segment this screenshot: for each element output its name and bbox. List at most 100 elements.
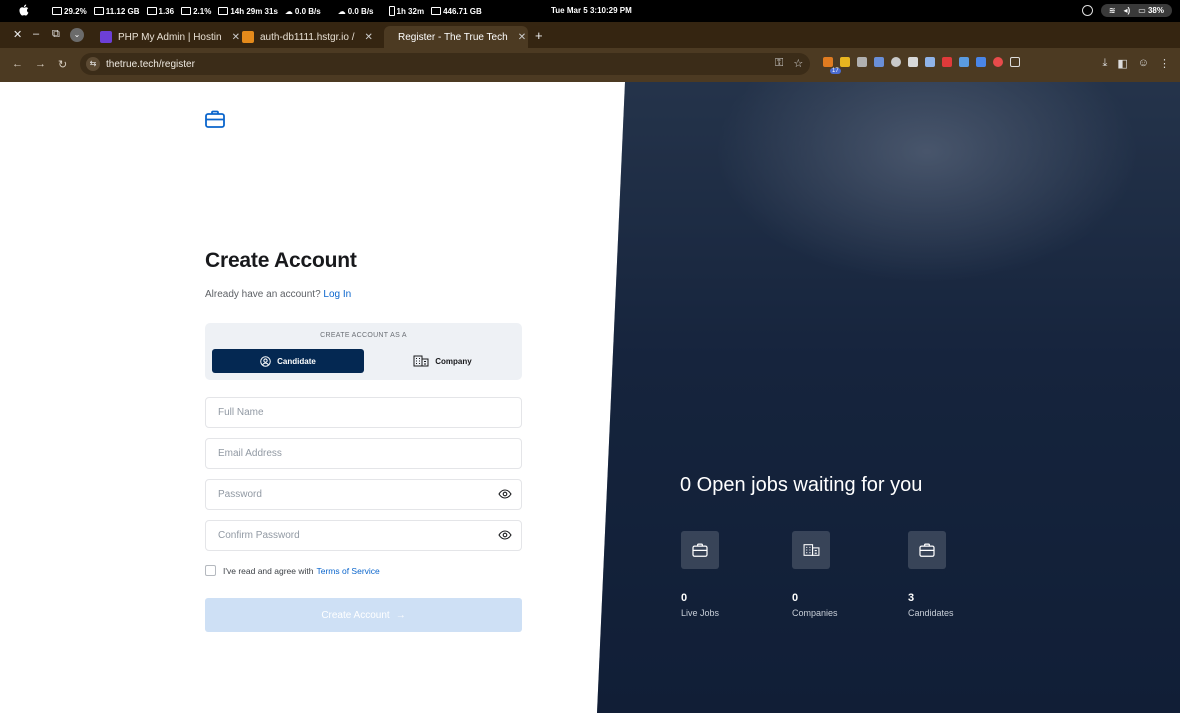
- network-down-stat: ☁ 0.0 B/s: [337, 6, 374, 16]
- tab-close-icon[interactable]: ✕: [365, 32, 373, 43]
- extension-brush-icon[interactable]: [857, 57, 867, 67]
- login-link[interactable]: Log In: [323, 289, 351, 300]
- company-role-button[interactable]: Company: [370, 349, 515, 373]
- cloud-download-icon: ☁: [337, 6, 346, 16]
- briefcase-logo-icon[interactable]: [205, 110, 225, 128]
- stat-companies: 0 Companies: [792, 531, 882, 618]
- apple-icon[interactable]: [18, 3, 29, 17]
- url-text[interactable]: thetrue.tech/register: [106, 59, 195, 70]
- confirm-password-field[interactable]: Confirm Password: [205, 520, 522, 551]
- password-field[interactable]: Password: [205, 479, 522, 510]
- cpu-stat: 29.2%: [52, 6, 87, 16]
- cpu-icon: [52, 7, 62, 15]
- address-bar[interactable]: ⇆ thetrue.tech/register: [80, 53, 810, 75]
- full-name-field[interactable]: Full Name: [205, 397, 522, 428]
- hostinger-favicon-icon: [100, 31, 112, 43]
- battery-vertical-icon: [388, 6, 395, 16]
- menubar-status-items: ≋ ◂) ▭ 38%: [1081, 4, 1172, 17]
- more-menu-icon[interactable]: ⋮: [1159, 57, 1170, 70]
- system-menu-bar: 29.2% 11.12 GB 1.36 2.1% 14h 29m 31s ☁ 0.…: [0, 0, 1180, 22]
- tab-register[interactable]: Register - The True Tech ✕: [384, 26, 528, 48]
- hero-panel: 0 Open jobs waiting for you 0 Live Jobs …: [597, 82, 1180, 713]
- tab-db-auth[interactable]: auth-db1111.hstgr.io / ✕: [234, 26, 381, 48]
- stat-label: Candidates: [908, 608, 954, 618]
- new-tab-icon[interactable]: +: [535, 28, 543, 43]
- extension-red-icon[interactable]: [942, 57, 952, 67]
- side-panel-icon[interactable]: ◧: [1117, 57, 1127, 70]
- back-arrow-icon[interactable]: ←: [12, 58, 23, 70]
- terms-link[interactable]: Terms of Service: [316, 566, 379, 576]
- extension-yellow-icon[interactable]: [840, 57, 850, 67]
- restore-window-icon[interactable]: ⧉: [52, 28, 60, 41]
- extension-monitor-icon[interactable]: [959, 57, 969, 67]
- terms-checkbox[interactable]: [205, 565, 216, 576]
- stat-value: 3: [908, 592, 915, 604]
- extension-save-icon[interactable]: [925, 57, 935, 67]
- cloud-upload-icon: ☁: [284, 6, 293, 16]
- eye-icon[interactable]: [498, 530, 512, 540]
- extension-badge: 17: [830, 68, 841, 74]
- gpu-stat: 2.1%: [181, 6, 211, 16]
- tab-close-icon[interactable]: ✕: [518, 32, 526, 43]
- extension-circle-icon[interactable]: [891, 57, 901, 67]
- extension-doc-icon[interactable]: [976, 57, 986, 67]
- uptime-stat: 14h 29m 31s: [218, 6, 278, 16]
- account-type-selector: CREATE ACCOUNT AS A Candidate Company: [205, 323, 522, 380]
- briefcase-icon: [908, 531, 946, 569]
- forward-arrow-icon[interactable]: →: [35, 58, 46, 70]
- hero-overlay: [597, 82, 1180, 713]
- profile-avatar-icon[interactable]: ☺: [1138, 57, 1149, 70]
- memory-icon: [93, 7, 104, 15]
- extension-camera-icon[interactable]: [908, 57, 918, 67]
- load-stat: 1.36: [146, 6, 174, 16]
- monitor-icon: [146, 7, 157, 15]
- account-type-caption: CREATE ACCOUNT AS A: [320, 332, 407, 339]
- stat-value: 0: [792, 592, 799, 604]
- page-title: Create Account: [205, 249, 357, 272]
- extension-redcircle-icon[interactable]: [993, 57, 1003, 67]
- disk-icon: [431, 7, 442, 15]
- tab-phpmyadmin[interactable]: PHP My Admin | Hostin ✕: [92, 26, 248, 48]
- briefcase-icon: [681, 531, 719, 569]
- site-info-icon[interactable]: ⇆: [86, 57, 100, 71]
- status-pill[interactable]: ≋ ◂) ▭ 38%: [1100, 4, 1172, 17]
- network-up-stat: ☁ 0.0 B/s: [284, 6, 321, 16]
- email-field[interactable]: Email Address: [205, 438, 522, 469]
- extensions-puzzle-icon[interactable]: [1010, 57, 1020, 67]
- stat-label: Live Jobs: [681, 608, 720, 618]
- building-icon: [413, 355, 429, 367]
- password-key-icon[interactable]: ⚿: [775, 57, 783, 70]
- tab-search-icon[interactable]: ⌄: [70, 28, 84, 42]
- browser-right-tools: ⤓ ◧ ☺ ⋮: [1102, 57, 1170, 70]
- register-page: Create Account Already have an account? …: [0, 82, 1180, 713]
- extension-code-icon[interactable]: [874, 57, 884, 67]
- battery-time-stat: 1h 32m: [388, 6, 424, 16]
- download-icon[interactable]: ⤓: [1102, 57, 1107, 70]
- battery-status[interactable]: ▭ 38%: [1138, 6, 1164, 15]
- login-prompt: Already have an account? Log In: [205, 289, 352, 300]
- browser-toolbar: ← → ↻ ⇆ thetrue.tech/register ⚿ ☆ 17 ⤓ ◧…: [0, 48, 1180, 82]
- volume-icon[interactable]: ◂): [1124, 6, 1131, 15]
- arrow-right-icon: →: [395, 609, 406, 621]
- extension-calendar-icon[interactable]: [823, 57, 833, 67]
- wifi-icon[interactable]: ≋: [1109, 6, 1116, 15]
- control-center-icon[interactable]: [1081, 5, 1093, 16]
- building-icon: [792, 531, 830, 569]
- close-window-icon[interactable]: ✕: [13, 28, 22, 41]
- create-account-button[interactable]: Create Account →: [205, 598, 522, 632]
- hero-headline: 0 Open jobs waiting for you: [680, 474, 923, 496]
- eye-icon[interactable]: [498, 489, 512, 499]
- phpmyadmin-favicon-icon: [242, 31, 254, 43]
- gpu-icon: [181, 7, 192, 15]
- stat-live-jobs: 0 Live Jobs: [681, 531, 771, 618]
- minimize-window-icon[interactable]: –: [33, 28, 39, 40]
- extensions-bar: [823, 57, 1020, 67]
- reload-icon[interactable]: ↻: [58, 58, 67, 71]
- memory-stat: 11.12 GB: [93, 6, 140, 16]
- menubar-clock[interactable]: Tue Mar 5 3:10:29 PM: [551, 6, 632, 15]
- browser-tab-strip: ✕ – ⧉ ⌄ PHP My Admin | Hostin ✕ auth-db1…: [0, 22, 1180, 48]
- candidate-role-button[interactable]: Candidate: [212, 349, 364, 373]
- stat-label: Companies: [792, 608, 838, 618]
- bookmark-star-icon[interactable]: ☆: [793, 57, 803, 70]
- system-stats: 29.2% 11.12 GB 1.36 2.1% 14h 29m 31s ☁ 0.…: [52, 6, 482, 16]
